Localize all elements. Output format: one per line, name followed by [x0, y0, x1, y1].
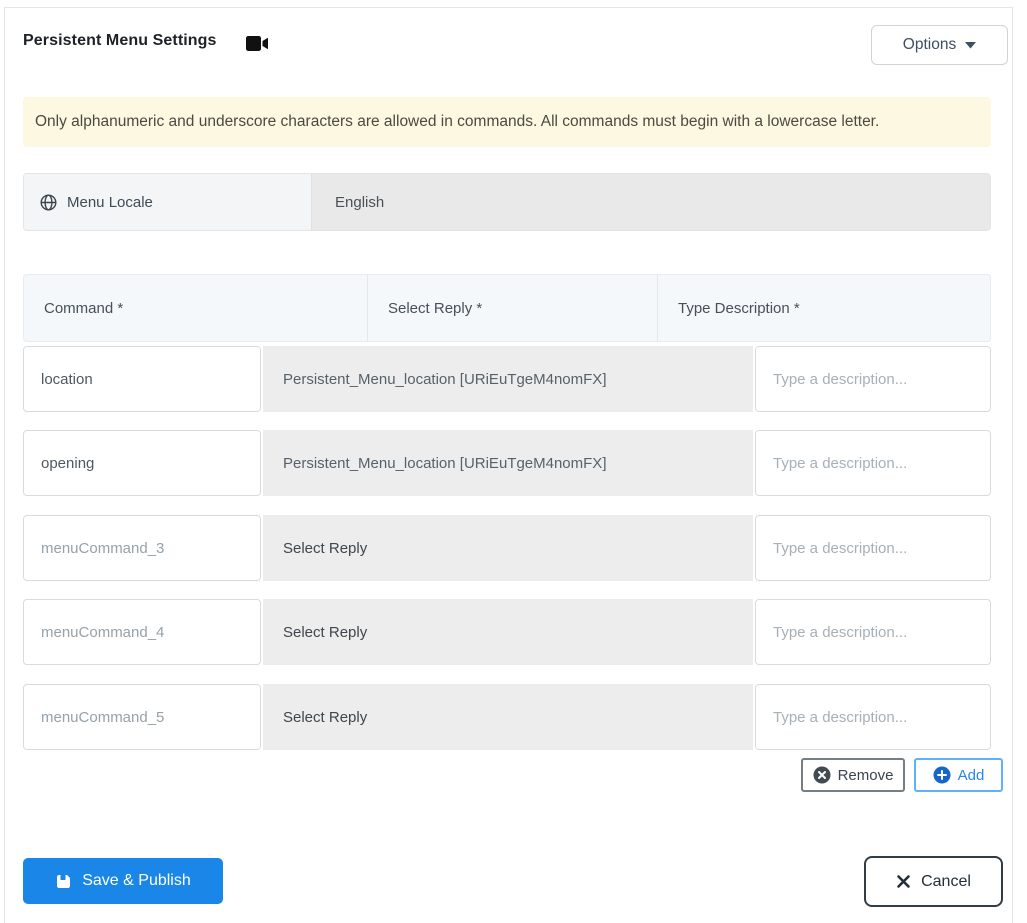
description-input[interactable] — [755, 684, 991, 750]
options-button-label: Options — [902, 36, 957, 53]
table-header: Command * Select Reply * Type Descriptio… — [23, 274, 991, 342]
save-icon — [55, 873, 72, 890]
reply-select-value: Persistent_Menu_location [URiEuTgeM4nomF… — [283, 370, 607, 388]
command-input[interactable] — [23, 684, 261, 750]
description-input[interactable] — [755, 515, 991, 581]
reply-select[interactable]: Persistent_Menu_location [URiEuTgeM4nomF… — [263, 346, 753, 412]
table-row: Select Reply — [23, 515, 991, 581]
menu-locale-label: Menu Locale — [67, 193, 153, 211]
reply-select-value: Select Reply — [283, 708, 368, 726]
column-header-command: Command * — [44, 299, 124, 317]
cancel-button-label: Cancel — [921, 872, 971, 890]
add-row-button[interactable]: Add — [914, 758, 1003, 792]
persistent-menu-settings-panel: Persistent Menu Settings Options Only al… — [4, 7, 1013, 923]
remove-circle-icon — [813, 766, 831, 784]
command-input[interactable] — [23, 430, 261, 496]
table-row: Select Reply — [23, 599, 991, 665]
column-header-select-reply: Select Reply * — [367, 275, 657, 341]
reply-select[interactable]: Select Reply — [263, 599, 753, 665]
add-button-label: Add — [957, 766, 985, 784]
menu-locale-value: English — [335, 193, 385, 211]
save-publish-label: Save & Publish — [82, 872, 191, 889]
close-icon — [896, 874, 911, 889]
table-row: Persistent_Menu_location [URiEuTgeM4nomF… — [23, 346, 991, 412]
caret-down-icon — [965, 41, 977, 49]
page-title: Persistent Menu Settings — [23, 32, 217, 49]
table-body: Persistent_Menu_location [URiEuTgeM4nomF… — [23, 346, 991, 751]
reply-select-value: Select Reply — [283, 539, 368, 557]
reply-select[interactable]: Persistent_Menu_location [URiEuTgeM4nomF… — [263, 430, 753, 496]
reply-select[interactable]: Select Reply — [263, 684, 753, 750]
alert-banner: Only alphanumeric and underscore charact… — [23, 97, 991, 147]
description-input[interactable] — [755, 599, 991, 665]
remove-row-button[interactable]: Remove — [801, 758, 905, 792]
table-row: Persistent_Menu_location [URiEuTgeM4nomF… — [23, 430, 991, 496]
table-row: Select Reply — [23, 684, 991, 750]
command-input[interactable] — [23, 599, 261, 665]
remove-button-label: Remove — [837, 766, 894, 784]
menu-locale-label-cell: Menu Locale — [24, 174, 312, 230]
column-header-type-description: Type Description * — [657, 275, 990, 341]
globe-icon — [40, 193, 57, 211]
description-input[interactable] — [755, 346, 991, 412]
description-input[interactable] — [755, 430, 991, 496]
alert-text: Only alphanumeric and underscore charact… — [35, 113, 880, 130]
video-camera-icon[interactable] — [245, 35, 269, 52]
menu-locale-select[interactable]: English — [312, 174, 990, 230]
command-input[interactable] — [23, 515, 261, 581]
command-input[interactable] — [23, 346, 261, 412]
reply-select-value: Select Reply — [283, 623, 368, 641]
menu-locale-row: Menu Locale English — [23, 173, 991, 231]
options-button[interactable]: Options — [871, 25, 1008, 65]
reply-select[interactable]: Select Reply — [263, 515, 753, 581]
add-circle-icon — [933, 766, 951, 784]
reply-select-value: Persistent_Menu_location [URiEuTgeM4nomF… — [283, 454, 607, 472]
save-publish-button[interactable]: Save & Publish — [23, 858, 223, 904]
cancel-button[interactable]: Cancel — [864, 856, 1003, 907]
